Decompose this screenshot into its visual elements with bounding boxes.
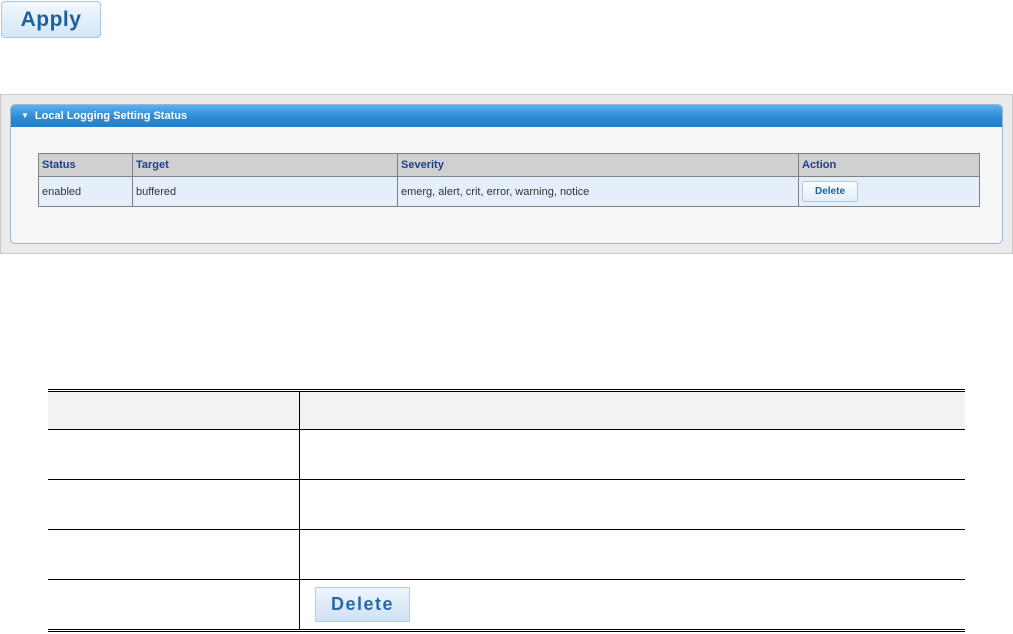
description-object-cell <box>48 529 300 580</box>
description-row <box>48 529 965 580</box>
description-text-cell <box>299 429 965 480</box>
description-button-cell: Delete <box>300 580 966 631</box>
description-row <box>48 479 965 530</box>
table-header-row: Status Target Severity Action <box>38 153 980 177</box>
description-header-object <box>48 390 300 430</box>
table-row: enabled buffered emerg, alert, crit, err… <box>38 176 980 207</box>
column-header-status: Status <box>38 153 133 177</box>
description-text-cell <box>299 529 965 580</box>
delete-button-image: Delete <box>315 587 410 622</box>
cell-action: Delete <box>798 176 980 207</box>
description-object-cell <box>48 479 300 530</box>
cell-status: enabled <box>38 176 133 207</box>
panel-header[interactable]: ▼ Local Logging Setting Status <box>11 105 1002 127</box>
delete-button[interactable]: Delete <box>802 181 858 202</box>
description-text-cell <box>299 479 965 530</box>
panel-title: Local Logging Setting Status <box>34 110 188 122</box>
description-table: Delete <box>48 389 965 632</box>
column-header-severity: Severity <box>397 153 799 177</box>
description-object-cell <box>48 429 300 480</box>
collapse-triangle-icon[interactable]: ▼ <box>21 105 29 127</box>
description-row: Delete <box>48 579 966 631</box>
apply-button[interactable]: Apply <box>1 1 101 38</box>
cell-severity: emerg, alert, crit, error, warning, noti… <box>397 176 799 207</box>
panel-frame: ▼ Local Logging Setting Status Status Ta… <box>0 94 1013 254</box>
column-header-target: Target <box>132 153 398 177</box>
local-logging-status-panel: ▼ Local Logging Setting Status Status Ta… <box>10 104 1003 244</box>
column-header-action: Action <box>798 153 980 177</box>
description-object-cell <box>48 579 300 631</box>
logging-status-table: Status Target Severity Action enabled bu… <box>38 153 980 207</box>
description-header-description <box>299 390 965 430</box>
cell-target: buffered <box>132 176 398 207</box>
description-row <box>48 429 965 480</box>
description-header-row <box>48 390 965 430</box>
